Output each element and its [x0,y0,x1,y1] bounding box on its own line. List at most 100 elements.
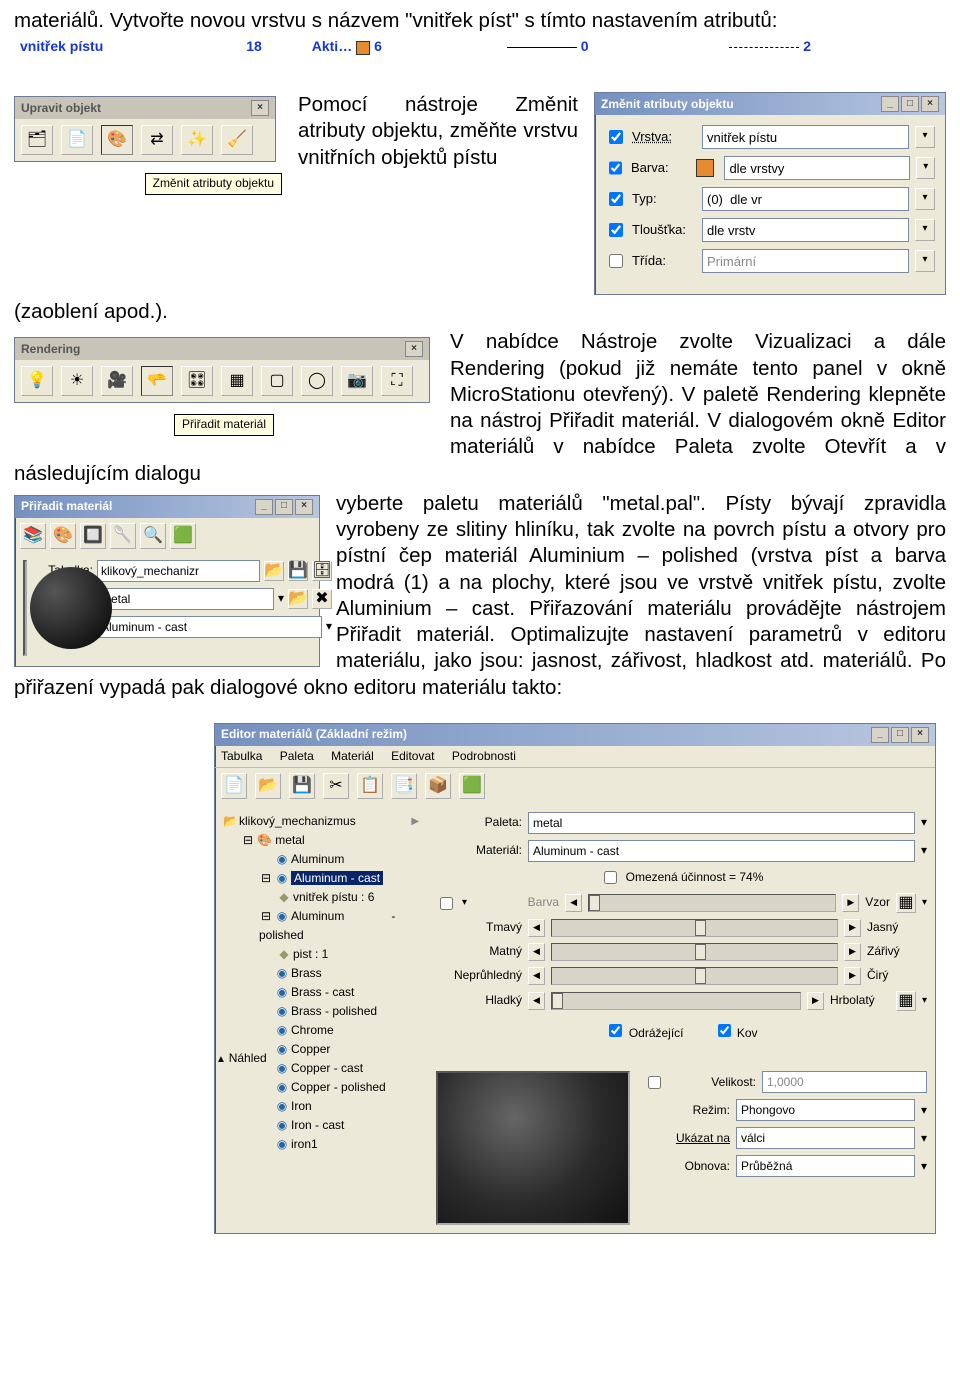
tool-icon[interactable]: 🧹 [221,125,253,155]
chk-type[interactable] [609,192,623,206]
rendering-toolbox[interactable]: Rendering × 💡 ☀ 🎥 🫳 🎛 ▦ ▢ ◯ 📷 ⛶ [14,337,430,403]
close-icon[interactable]: × [921,96,939,112]
tool-icon[interactable]: 📄 [61,125,93,155]
dropdown-icon[interactable]: ▾ [921,1103,927,1118]
chk-class[interactable] [609,254,623,268]
field-refresh[interactable] [736,1155,915,1177]
camera-icon[interactable]: 🎥 [101,366,133,396]
close-icon[interactable]: × [251,100,269,116]
field-material[interactable] [528,840,915,862]
menu-item[interactable]: Tabulka [221,749,262,763]
slider[interactable] [551,943,838,961]
tool-icon[interactable]: ▦ [221,366,253,396]
save-icon[interactable]: 💾 [288,561,308,581]
arrow-right-icon[interactable]: ▶ [842,894,859,912]
tree-item[interactable]: ◉Aluminum [259,850,395,869]
chk-layer[interactable] [609,130,623,144]
close-icon[interactable]: × [405,341,423,357]
tree-item[interactable]: ◉Brass [259,964,395,983]
field-table[interactable] [97,560,260,582]
arrow-left-icon[interactable]: ◀ [528,943,545,961]
arrow-right-icon[interactable]: ▶ [844,943,861,961]
menu-item[interactable]: Podrobnosti [452,749,516,763]
cube-icon[interactable]: ▢ [261,366,293,396]
arrow-right-icon[interactable]: ▶ [807,992,824,1010]
chk-reflect[interactable] [609,1024,622,1037]
open-icon[interactable]: 📂 [264,561,284,581]
dropdown-icon[interactable]: ▾ [278,591,284,606]
maximize-icon[interactable]: □ [901,96,919,112]
tool-icon[interactable]: 🗂 [21,125,53,155]
tree-palette[interactable]: metal [275,833,304,847]
color-swatch[interactable] [696,159,715,177]
tree-assignment[interactable]: ◆pist : 1 [277,945,395,964]
assign-material-dialog[interactable]: Přiřadit materiál _ □ × 📚 🎨 🔲 🥄 🔍 🟩 Tabu… [14,495,320,667]
tool-icon[interactable]: 🔍 [140,523,166,549]
slider[interactable] [551,919,838,937]
edit-object-toolbox[interactable]: Upravit objekt × 🗂 📄 🎨 ⇄ ✨ 🧹 [14,96,276,162]
tree-item[interactable]: ◉Iron [259,1097,395,1116]
tree-item[interactable]: ⊟◉Aluminum - cast [259,869,395,888]
slider[interactable] [551,967,838,985]
render-icon[interactable]: 📷 [341,366,373,396]
change-attributes-tool-icon[interactable]: 🎨 [101,125,133,155]
dropdown-icon[interactable]: ▾ [915,219,935,241]
new-icon[interactable]: 📄 [221,773,247,799]
field-type[interactable] [702,187,909,211]
dropdown-icon[interactable]: ▾ [921,843,927,858]
material-tree[interactable]: 📂klikový_mechanizmus ⊟🎨 metal ◉Aluminum⊟… [223,812,395,1225]
maximize-icon[interactable]: □ [891,727,909,743]
label-show-on[interactable]: Ukázat na [644,1131,730,1146]
tool-icon[interactable]: 🎨 [50,523,76,549]
cut-icon[interactable]: ✂ [323,773,349,799]
open-icon[interactable]: 📂 [255,773,281,799]
tree-item[interactable]: ◉Copper - polished [259,1078,395,1097]
pattern-icon[interactable]: ▦ [896,893,916,913]
tree-item[interactable]: ◉Iron - cast [259,1116,395,1135]
dropdown-icon[interactable]: ▾ [326,619,332,634]
menu-item[interactable]: Editovat [391,749,434,763]
slider[interactable] [551,992,801,1010]
change-attributes-dialog[interactable]: Změnit atributy objektu _ □ × Vrstva: ▾ … [594,92,946,295]
field-material[interactable] [97,616,322,638]
tree-root[interactable]: klikový_mechanizmus [239,814,356,828]
chk-size[interactable] [648,1076,661,1089]
field-palette[interactable] [97,588,274,610]
minimize-icon[interactable]: _ [255,499,273,515]
menu-bar[interactable]: Tabulka Paleta Materiál Editovat Podrobn… [215,746,935,768]
field-weight[interactable] [702,218,909,242]
chk-weight[interactable] [609,223,623,237]
minimize-icon[interactable]: _ [881,96,899,112]
cube-icon[interactable]: 🟩 [170,523,196,549]
open-icon[interactable]: 📂 [288,589,308,609]
arrow-right-icon[interactable]: ▶ [844,919,861,937]
field-palette[interactable] [528,812,915,834]
material-editor-dialog[interactable]: Editor materiálů (Základní režim) _ □ × … [214,723,936,1235]
dropdown-icon[interactable]: ▾ [915,126,935,148]
dropdown-icon[interactable]: ▾ [916,157,935,179]
chk-metal[interactable] [718,1024,731,1037]
field-show-on[interactable] [736,1127,915,1149]
paste-icon[interactable]: 📑 [391,773,417,799]
dropdown-icon[interactable]: ▾ [915,188,935,210]
dropdown-icon[interactable]: ▾ [915,250,935,272]
tree-item[interactable]: ◉Brass - polished [259,1002,395,1021]
tree-assignment[interactable]: ◆vnitřek pístu : 6 [277,888,395,907]
tool-icon[interactable]: ⇄ [141,125,173,155]
arrow-right-icon[interactable]: ▶ [844,967,861,985]
copy-icon[interactable]: 📋 [357,773,383,799]
sphere-icon[interactable]: ◯ [301,366,333,396]
dropdown-icon[interactable]: ▾ [921,1131,927,1146]
tool-icon[interactable]: ⛶ [381,366,413,396]
tool-icon[interactable]: 📚 [20,523,46,549]
tree-item[interactable]: ◉Chrome [259,1021,395,1040]
field-layer[interactable] [702,125,909,149]
chk-efficiency[interactable] [604,871,617,884]
menu-item[interactable]: Materiál [331,749,374,763]
field-color[interactable] [724,156,910,180]
field-mode[interactable] [736,1099,915,1121]
tool-icon[interactable]: 🎛 [181,366,213,396]
slider-color-pattern[interactable] [588,894,836,912]
close-icon[interactable]: × [911,727,929,743]
tree-item[interactable]: ◉iron1 [259,1135,395,1154]
